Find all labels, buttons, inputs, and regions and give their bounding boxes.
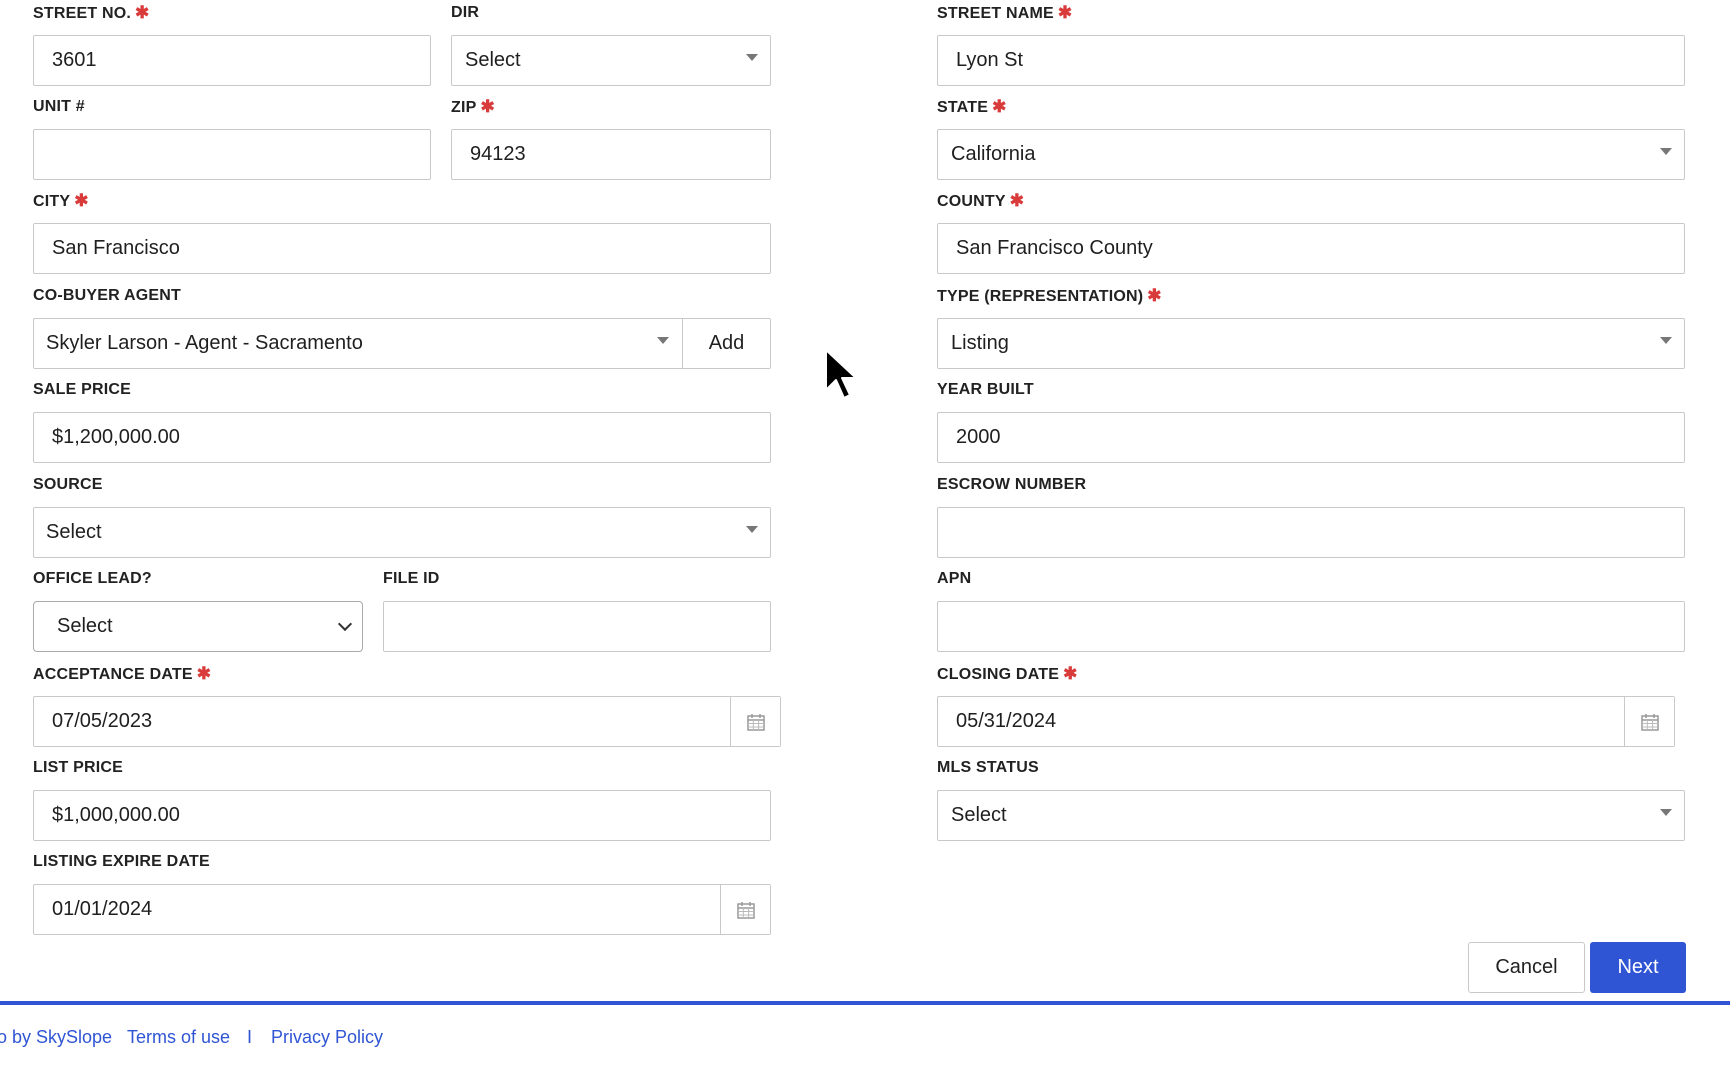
county-label: COUNTY ✱ [937, 191, 1025, 210]
required-icon: ✱ [1009, 191, 1025, 210]
state-label: STATE ✱ [937, 97, 1007, 116]
required-icon: ✱ [992, 97, 1007, 116]
calendar-button[interactable] [720, 885, 770, 934]
terms-of-use-link[interactable]: Terms of use [127, 1027, 230, 1048]
required-icon: ✱ [1063, 664, 1078, 683]
escrow-number-input[interactable] [937, 507, 1685, 558]
list-price-label: LIST PRICE [33, 759, 124, 776]
caret-down-icon [1660, 809, 1672, 816]
escrow-number-label: ESCROW NUMBER [937, 476, 1087, 493]
source-select[interactable]: Select [33, 507, 771, 558]
type-representation-select[interactable]: Listing [937, 318, 1685, 369]
caret-down-icon [1660, 337, 1672, 344]
county-input[interactable]: San Francisco County [937, 223, 1685, 274]
unit-label: UNIT # [33, 98, 85, 115]
dir-select[interactable]: Select [451, 35, 771, 86]
office-lead-select[interactable]: Select [33, 601, 363, 652]
closing-date-label: CLOSING DATE ✱ [937, 664, 1078, 683]
list-price-input[interactable]: $1,000,000.00 [33, 790, 771, 841]
required-icon: ✱ [196, 664, 212, 683]
street-name-label: STREET NAME ✱ [937, 3, 1073, 22]
required-icon: ✱ [135, 3, 150, 22]
acceptance-date-label: ACCEPTANCE DATE ✱ [33, 664, 212, 683]
zip-input[interactable]: 94123 [451, 129, 771, 180]
type-representation-label: TYPE (REPRESENTATION) ✱ [937, 286, 1162, 305]
street-name-input[interactable]: Lyon St [937, 35, 1685, 86]
zip-label: ZIP ✱ [451, 97, 495, 116]
required-icon: ✱ [1057, 3, 1073, 22]
listing-expire-date-input[interactable]: 01/01/2024 [33, 884, 771, 935]
calendar-icon [1640, 713, 1659, 731]
calendar-button[interactable] [730, 697, 780, 746]
mls-status-select[interactable]: Select [937, 790, 1685, 841]
street-no-label: STREET NO. ✱ [33, 3, 150, 22]
powered-by-link[interactable]: o by SkySlope [0, 1027, 112, 1048]
co-buyer-agent-label: CO-BUYER AGENT [33, 287, 181, 304]
city-input[interactable]: San Francisco [33, 223, 771, 274]
caret-down-icon [746, 54, 758, 61]
dir-label: DIR [451, 4, 480, 21]
privacy-policy-link[interactable]: Privacy Policy [271, 1027, 383, 1048]
required-icon: ✱ [480, 97, 495, 116]
file-id-input[interactable] [383, 601, 771, 652]
co-buyer-agent-select[interactable]: Skyler Larson - Agent - Sacramento Add [33, 318, 771, 369]
file-id-label: FILE ID [383, 570, 440, 587]
footer-separator: I [247, 1027, 253, 1047]
caret-down-icon [1660, 148, 1672, 155]
required-icon: ✱ [1147, 286, 1162, 305]
add-agent-button[interactable]: Add [682, 319, 770, 368]
city-label: CITY ✱ [33, 191, 89, 210]
cancel-button[interactable]: Cancel [1468, 942, 1585, 993]
next-button[interactable]: Next [1590, 942, 1686, 993]
street-no-input[interactable]: 3601 [33, 35, 431, 86]
acceptance-date-input[interactable]: 07/05/2023 [33, 696, 781, 747]
office-lead-label: OFFICE LEAD? [33, 570, 152, 587]
source-label: SOURCE [33, 476, 103, 493]
closing-date-input[interactable]: 05/31/2024 [937, 696, 1675, 747]
mls-status-label: MLS STATUS [937, 759, 1039, 776]
caret-down-icon [746, 526, 758, 533]
apn-label: APN [937, 570, 972, 587]
unit-input[interactable] [33, 129, 431, 180]
sale-price-label: SALE PRICE [33, 381, 132, 398]
footer-divider [0, 1001, 1730, 1005]
caret-down-icon [657, 337, 669, 344]
calendar-button[interactable] [1624, 697, 1674, 746]
year-built-label: YEAR BUILT [937, 381, 1034, 398]
mouse-cursor-icon [825, 349, 857, 399]
calendar-icon [736, 901, 755, 919]
calendar-icon [746, 713, 765, 731]
apn-input[interactable] [937, 601, 1685, 652]
year-built-input[interactable]: 2000 [937, 412, 1685, 463]
required-icon: ✱ [74, 191, 89, 210]
state-select[interactable]: California [937, 129, 1685, 180]
chevron-down-icon [337, 616, 353, 632]
listing-expire-date-label: LISTING EXPIRE DATE [33, 853, 210, 870]
sale-price-input[interactable]: $1,200,000.00 [33, 412, 771, 463]
